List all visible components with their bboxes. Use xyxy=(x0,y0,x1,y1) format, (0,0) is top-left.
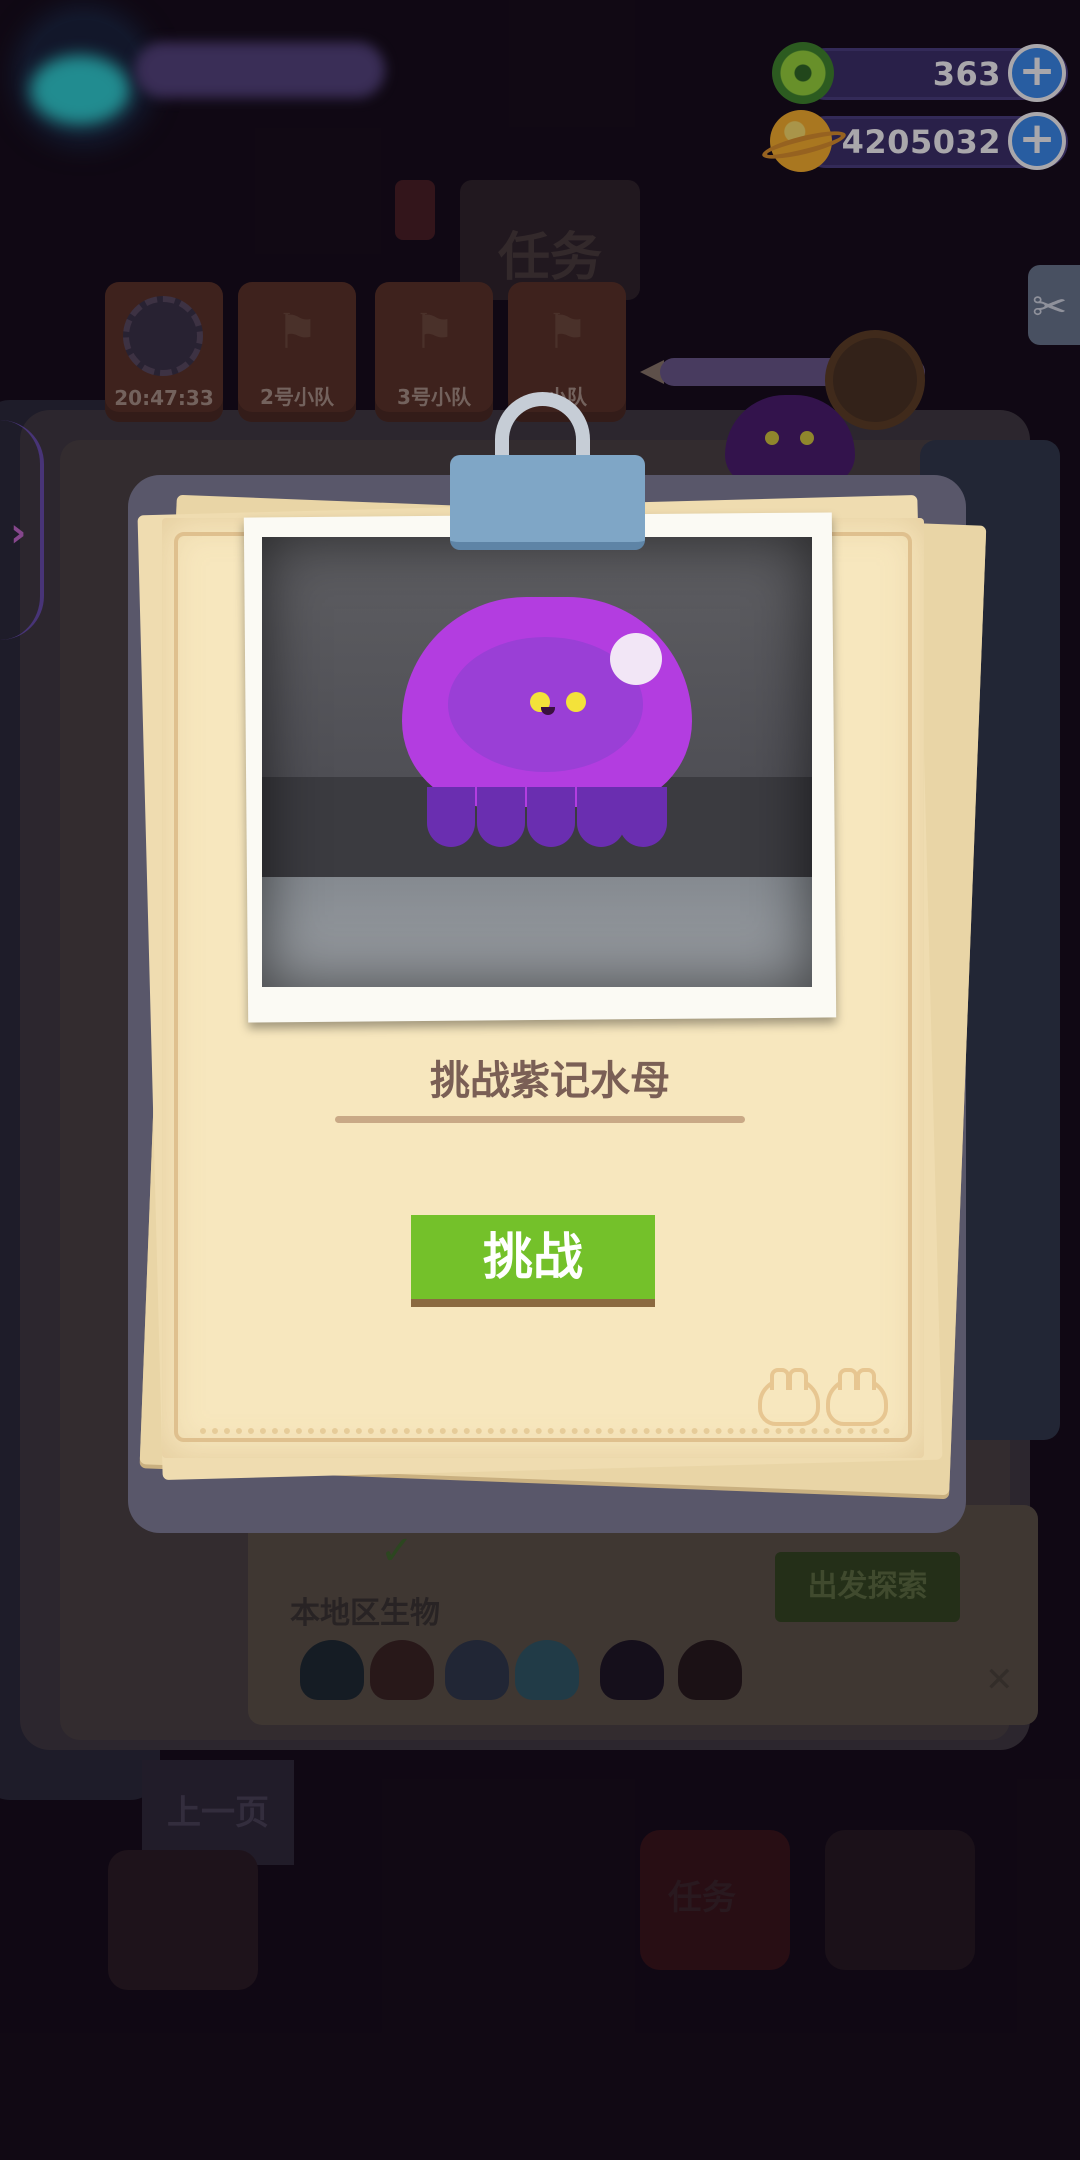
bunny-doodle-icon xyxy=(826,1368,888,1426)
paper-edge-decoration xyxy=(200,1428,890,1438)
tentacle xyxy=(619,787,667,847)
bunny-doodle-icon xyxy=(758,1368,820,1426)
tentacle xyxy=(577,787,625,847)
jellyfish-highlight xyxy=(610,633,662,685)
jellyfish-tentacles xyxy=(427,787,667,847)
title-underline xyxy=(335,1116,745,1123)
challenge-button[interactable]: 挑战 xyxy=(411,1215,655,1307)
tentacle xyxy=(527,787,575,847)
jellyfish-sprite xyxy=(402,597,692,807)
game-screen: › 任务 20:47:33 ⚑ 2号小队 ⚑ 3号小队 ⚑ 小队 ✂ ✓ 本地区… xyxy=(0,0,1080,2160)
jellyfish-eye xyxy=(566,692,586,712)
creature-photo xyxy=(262,537,812,987)
binder-clip-plate xyxy=(450,455,645,550)
tentacle xyxy=(427,787,475,847)
challenge-title: 挑战紫记水母 xyxy=(430,1058,670,1104)
tentacle xyxy=(477,787,525,847)
